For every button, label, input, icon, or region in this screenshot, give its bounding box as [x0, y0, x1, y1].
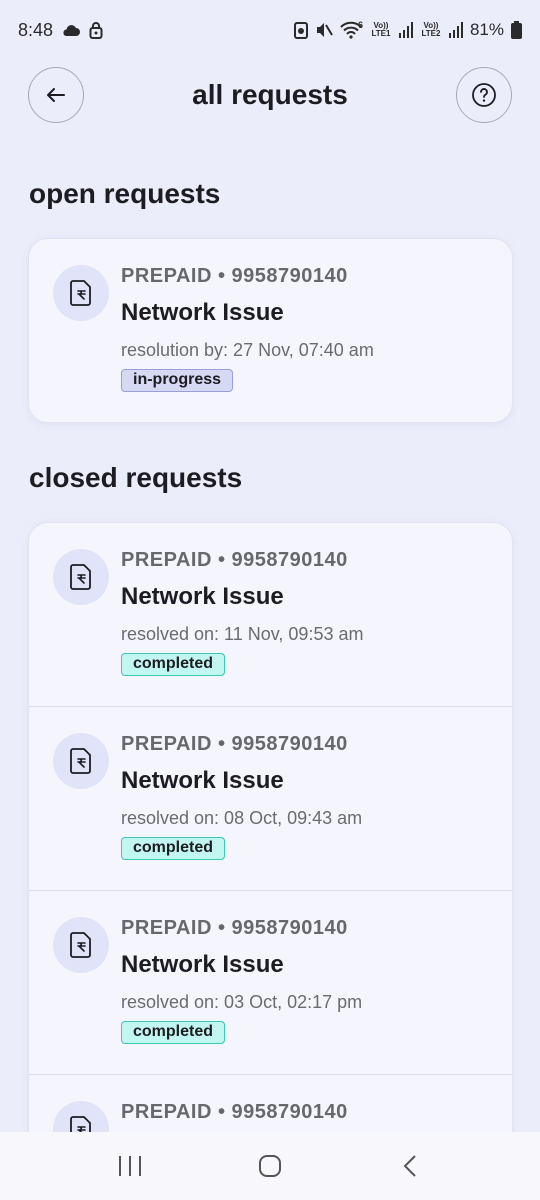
rupee-document-icon	[53, 733, 109, 789]
wifi-badge: 6	[357, 20, 363, 30]
request-title: Network Issue	[121, 767, 284, 794]
open-requests-card: PREPAID • 9958790140 Network Issue resol…	[28, 238, 513, 423]
request-date: resolved on: 03 Oct, 02:17 pm	[121, 992, 363, 1012]
status-left: 8:48	[18, 20, 103, 41]
rupee-document-icon	[53, 917, 109, 973]
home-icon	[259, 1155, 281, 1177]
back-button[interactable]	[28, 67, 84, 123]
sim1-label: Vo)) LTE1	[371, 21, 391, 38]
chevron-left-icon	[403, 1155, 416, 1177]
request-item[interactable]: PREPAID • 9958790140 Network Issue resol…	[29, 523, 512, 707]
request-title: Network Issue	[121, 951, 284, 978]
system-nav-bar	[0, 1132, 540, 1200]
battery-saver-icon	[293, 21, 308, 39]
request-title: Network Issue	[121, 583, 284, 610]
request-item[interactable]: PREPAID • 9958790140 Network Issue resol…	[29, 239, 512, 422]
request-meta: PREPAID • 9958790140	[121, 549, 348, 571]
status-right: 6 Vo)) LTE1 Vo)) LTE2 81%	[293, 20, 522, 40]
status-badge: completed	[121, 837, 226, 860]
signal-icon-2	[448, 22, 463, 38]
request-date: resolution by: 27 Nov, 07:40 am	[121, 340, 374, 360]
status-badge: in-progress	[121, 369, 234, 392]
request-meta: PREPAID • 9958790140	[121, 733, 348, 755]
header: all requests	[28, 66, 512, 124]
recent-apps-button[interactable]	[100, 1141, 160, 1191]
request-date: resolved on: 11 Nov, 09:53 am	[121, 624, 364, 644]
status-badge: completed	[121, 1021, 226, 1044]
signal-icon-1	[398, 22, 413, 38]
request-title: Network Issue	[121, 299, 284, 326]
battery-percent: 81%	[469, 20, 504, 39]
help-button[interactable]	[455, 67, 512, 123]
request-meta: PREPAID • 9958790140	[121, 1101, 348, 1123]
rupee-document-icon	[53, 265, 109, 321]
request-meta: PREPAID • 9958790140	[121, 917, 348, 939]
request-item[interactable]: PREPAID • 9958790140 Network Issue resol…	[29, 707, 512, 891]
lock-icon	[89, 21, 103, 39]
status-time: 8:48	[18, 19, 54, 40]
closed-requests-card: PREPAID • 9958790140 Network Issue resol…	[28, 522, 513, 1162]
status-badge: completed	[121, 653, 226, 676]
page-title: all requests	[192, 79, 348, 110]
help-icon	[472, 83, 496, 107]
closed-requests-heading: closed requests	[29, 462, 243, 493]
mute-icon	[315, 21, 333, 39]
recent-apps-icon	[119, 1156, 141, 1176]
rupee-document-icon	[53, 549, 109, 605]
status-bar: 8:48 6 Vo)) LTE1 Vo)) LTE2 81%	[0, 0, 540, 60]
request-date: resolved on: 08 Oct, 09:43 am	[121, 808, 363, 828]
request-item[interactable]: PREPAID • 9958790140 Network Issue resol…	[29, 891, 512, 1075]
sim2-label: Vo)) LTE2	[421, 21, 441, 38]
wifi-icon: 6	[340, 20, 363, 39]
battery-icon	[511, 21, 522, 39]
request-meta: PREPAID • 9958790140	[121, 265, 348, 287]
back-nav-button[interactable]	[380, 1141, 440, 1191]
open-requests-heading: open requests	[29, 178, 221, 209]
arrow-left-icon	[47, 88, 65, 102]
home-button[interactable]	[240, 1141, 300, 1191]
cloud-icon	[61, 23, 81, 37]
